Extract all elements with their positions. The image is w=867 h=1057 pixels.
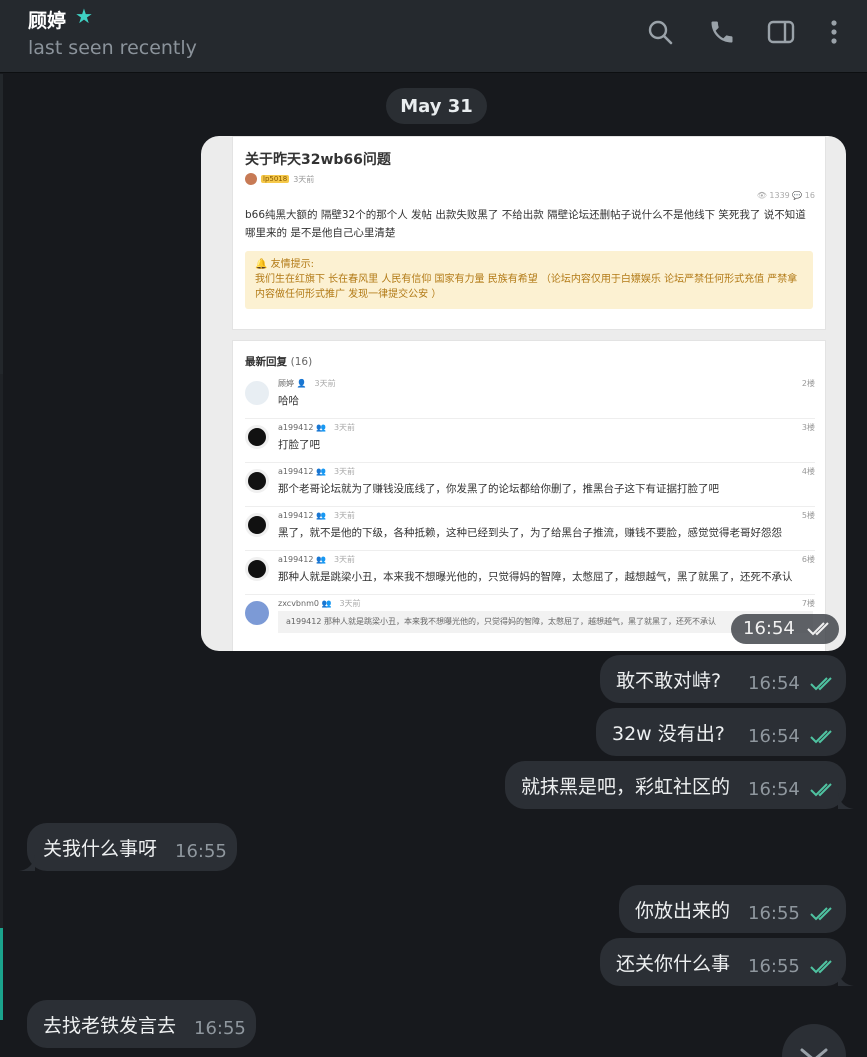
star-icon: ★ [75, 4, 93, 28]
notice-body: 我们生在红旗下 长在春风里 人民有信仰 国家有力量 民族有希望 （论坛内容仅用于… [255, 274, 798, 300]
message-incoming[interactable]: 去找老铁发言去 16:55 [27, 1000, 256, 1048]
chat-header: 顾婷 ★ last seen recently [0, 0, 867, 73]
reply-item: a199412 👥 3天前 5楼 黑了，就不是他的下级，各种抵赖，这种已经到头了，… [245, 507, 815, 551]
sidebar-toggle-icon[interactable] [765, 16, 797, 48]
notice-box: 🔔 友情提示: 我们生在红旗下 长在春风里 人民有信仰 国家有力量 民族有希望 … [245, 251, 813, 309]
post-card: 关于昨天32wb66问题 lp5018 3天前 👁 1339 💬 16 b66纯… [232, 136, 826, 330]
double-check-icon [810, 783, 832, 797]
photo-message[interactable]: 关于昨天32wb66问题 lp5018 3天前 👁 1339 💬 16 b66纯… [201, 136, 846, 651]
avatar [245, 173, 257, 185]
post-age: 3天前 [293, 174, 315, 184]
date-divider: May 31 [386, 88, 487, 124]
avatar [245, 601, 269, 625]
avatar [245, 381, 269, 405]
more-vertical-icon[interactable] [818, 16, 850, 48]
reply-item: 顾婷 👤 3天前 2楼 哈哈 [245, 375, 815, 419]
post-title: 关于昨天32wb66问题 [245, 152, 391, 168]
photo-timestamp: 16:54 [731, 614, 839, 644]
scroll-to-bottom-button[interactable] [782, 1024, 846, 1057]
search-icon[interactable] [644, 16, 676, 48]
double-check-icon [810, 960, 832, 974]
chevron-down-icon [800, 1048, 828, 1057]
message-incoming[interactable]: 关我什么事呀 16:55 [19, 823, 237, 871]
message-outgoing[interactable]: 32w 没有出? 16:54 [596, 708, 846, 756]
message-outgoing[interactable]: 你放出来的 16:55 [619, 885, 846, 933]
post-stats: 👁 1339 💬 16 [756, 191, 815, 200]
phone-icon[interactable] [706, 16, 738, 48]
avatar [245, 513, 269, 537]
reply-item: a199412 👥 3天前 4楼 那个老哥论坛就为了赚钱没底线了，你发黑了的论坛都… [245, 463, 815, 507]
replies-header: 最新回复 (16) [245, 356, 313, 368]
reply-item: a199412 👥 3天前 3楼 打脸了吧 [245, 419, 815, 463]
bubble-tail [838, 970, 854, 986]
reply-item: a199412 👥 3天前 6楼 那种人就是跳梁小丑，本来我不想曝光他的，只觉得妈… [245, 551, 815, 595]
replies-card: 最新回复 (16) 顾婷 👤 3天前 2楼 哈哈 a199412 👥 3天前 3楼 … [232, 340, 826, 651]
post-meta: lp5018 3天前 [245, 173, 314, 185]
bubble-tail [838, 793, 854, 809]
reply-item: zxcvbnm0 👥 3天前 7楼 a199412 那种人就是跳梁小丑，本来我不想… [245, 595, 815, 639]
double-check-icon [807, 622, 829, 636]
user-badge: lp5018 [261, 175, 290, 183]
avatar [245, 425, 269, 449]
contact-status: last seen recently [28, 37, 197, 59]
avatar [245, 469, 269, 493]
bubble-tail [19, 855, 35, 871]
message-outgoing[interactable]: 敢不敢对峙? 16:54 [600, 655, 846, 703]
avatar [245, 557, 269, 581]
post-body: b66纯黑大额的 隔壁32个的那个人 发帖 出款失败黑了 不给出款 隔壁论坛还删… [245, 209, 806, 239]
double-check-icon [810, 907, 832, 921]
message-outgoing[interactable]: 还关你什么事 16:55 [600, 938, 854, 986]
message-outgoing[interactable]: 就抹黑是吧，彩虹社区的 16:54 [505, 761, 854, 809]
double-check-icon [810, 677, 832, 691]
notice-title: 🔔 友情提示: [255, 259, 314, 270]
contact-name[interactable]: 顾婷 [28, 6, 66, 33]
double-check-icon [810, 730, 832, 744]
